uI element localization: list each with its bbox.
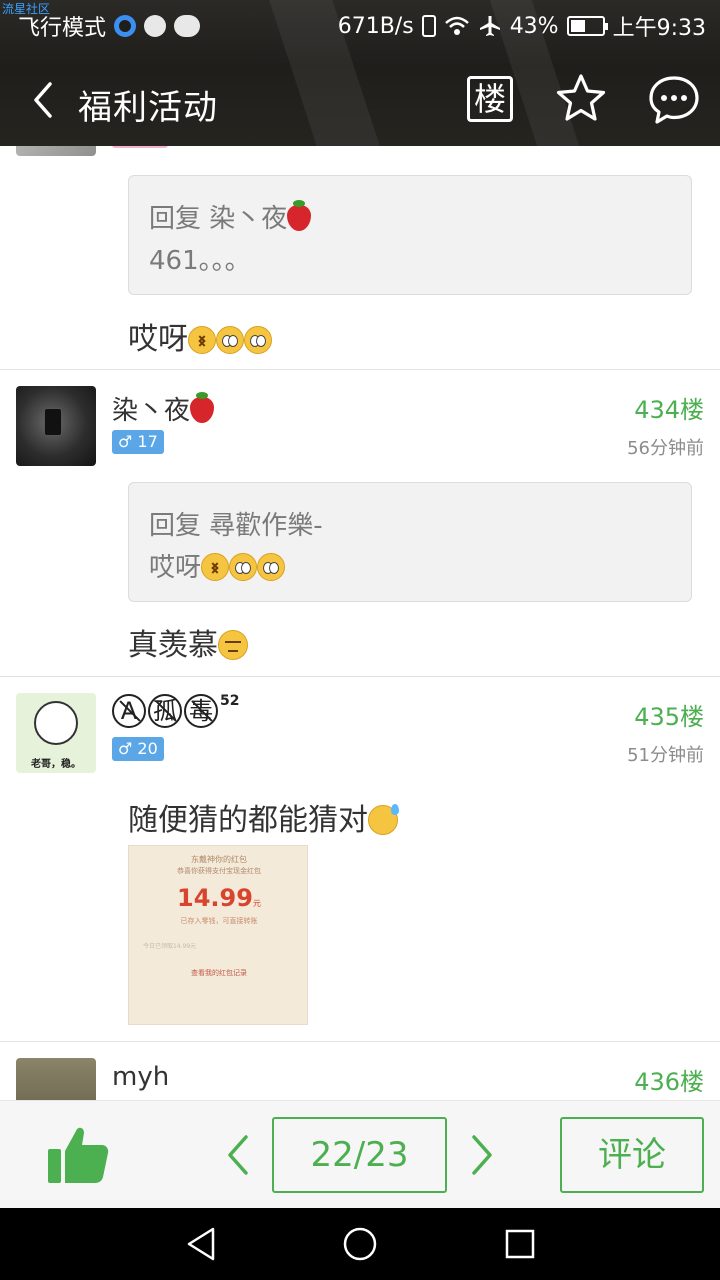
username-char: 孤 <box>148 694 182 728</box>
teary-eyes-emoji <box>257 553 286 581</box>
teary-eyes-emoji <box>229 553 258 581</box>
list-item: 回复 染丶夜 461。。。 哎呀 <box>0 146 720 370</box>
post-time: 56分钟前 <box>627 438 704 459</box>
battery-icon <box>566 16 608 36</box>
page-title: 福利活动 <box>78 88 218 128</box>
notification-app-icon <box>144 15 167 37</box>
avatar[interactable]: 老哥，稳。 <box>16 693 96 773</box>
comment-bubble-icon[interactable] <box>646 72 702 128</box>
amount-unit: 元 <box>252 899 261 908</box>
unamused-emoji <box>218 630 248 660</box>
floor-number: 435楼 <box>634 703 704 731</box>
chevron-left-icon <box>34 82 52 118</box>
amount-value: 14.99 <box>177 884 253 912</box>
red-packet-subtitle: 恭喜你获得支付宝现金红包 <box>177 867 261 875</box>
post-list[interactable]: 回复 染丶夜 461。。。 哎呀 染丶夜 ♂ 17 434楼 56分钟前 回复 … <box>0 146 720 1100</box>
quote-line: 回复 染丶夜 <box>149 198 671 240</box>
teary-eyes-emoji <box>216 326 244 354</box>
gender-level-badge: ♂ 17 <box>112 430 164 454</box>
previous-page-icon[interactable] <box>222 1133 254 1177</box>
status-bar: 飞行模式 671B/s 43% 上午9:33 <box>0 8 720 44</box>
post-body-text: 哎呀 <box>128 322 188 357</box>
list-item: myh 436楼 <box>0 1042 720 1100</box>
post-time: 51分钟前 <box>627 745 704 766</box>
list-item: 老哥，稳。 A 孤毒 52 ♂ 20 435楼 51分钟前 随便猜的都能猜对 东戴神… <box>0 677 720 1042</box>
home-circle-icon[interactable] <box>342 1226 378 1262</box>
username[interactable]: 染丶夜 <box>112 390 215 427</box>
red-packet-note: 已存入零钱，可直接转账 <box>180 917 258 925</box>
post-body: 哎呀 <box>128 314 272 358</box>
vibrate-icon <box>421 15 436 37</box>
frown-emoji <box>188 326 216 354</box>
back-button[interactable] <box>28 78 58 122</box>
frown-emoji <box>201 553 230 581</box>
list-item: 染丶夜 ♂ 17 434楼 56分钟前 回复 尋歡作樂- 哎呀 真羡慕 <box>0 370 720 677</box>
meme-face <box>34 701 78 745</box>
post-body-text: 随便猜的都能猜对 <box>128 803 368 838</box>
red-packet-total: 今日已领取14.99元 <box>143 943 197 950</box>
phone-shape <box>44 408 62 436</box>
next-page-icon[interactable] <box>466 1133 498 1177</box>
teary-eyes-emoji <box>244 326 272 354</box>
strawberry-emoji <box>287 200 312 231</box>
red-packet-record-link: 查看我的红包记录 <box>191 969 247 977</box>
wifi-icon <box>444 16 469 35</box>
floor-jump-button[interactable]: 楼 <box>467 76 513 122</box>
username[interactable]: myh <box>112 1062 169 1092</box>
post-body: 随便猜的都能猜对 <box>128 795 399 839</box>
level-badge <box>112 146 168 148</box>
wechat-icon <box>174 15 201 37</box>
quote-box: 回复 尋歡作樂- 哎呀 <box>128 482 692 602</box>
page-indicator[interactable]: 22/23 <box>272 1117 447 1193</box>
username[interactable]: A 孤毒 52 <box>112 693 239 728</box>
quote-text: 哎呀 <box>149 553 202 583</box>
username-text: 染丶夜 <box>112 396 191 426</box>
post-body-text: 真羡慕 <box>128 628 218 663</box>
back-triangle-icon[interactable] <box>184 1226 218 1262</box>
post-body: 真羡慕 <box>128 620 248 664</box>
clock-text: 上午9:33 <box>612 16 706 41</box>
username-char: A <box>112 694 146 728</box>
avatar-caption: 老哥，稳。 <box>31 759 81 770</box>
quote-line: 哎呀 <box>149 547 671 589</box>
like-thumb-icon[interactable] <box>46 1123 110 1187</box>
qq-browser-icon <box>114 15 137 37</box>
username-char: 毒 <box>184 694 218 728</box>
floor-number: 436楼 <box>634 1068 704 1096</box>
comment-button[interactable]: 评论 <box>560 1117 704 1193</box>
bottom-toolbar: 22/23 评论 <box>0 1100 720 1208</box>
airplane-icon <box>479 16 500 36</box>
avatar[interactable] <box>16 146 96 156</box>
title-bar: 福利活动 楼 <box>0 62 720 138</box>
quote-box: 回复 染丶夜 461。。。 <box>128 175 692 295</box>
quote-line: 回复 尋歡作樂- <box>149 511 323 541</box>
network-speed: 671B/s <box>337 13 414 39</box>
top-header: 流星社区 飞行模式 671B/s 43% 上午9:33 福利活动 楼 <box>0 0 720 146</box>
battery-percent: 43% <box>509 13 559 39</box>
red-packet-image[interactable]: 东戴神你的红包 恭喜你获得支付宝现金红包 14.99元 已存入零钱，可直接转账 … <box>128 845 308 1025</box>
recents-square-icon[interactable] <box>504 1226 536 1262</box>
strawberry-emoji <box>190 392 215 423</box>
avatar[interactable] <box>16 386 96 466</box>
quote-line: 461。。。 <box>149 246 251 276</box>
carrier-text: 飞行模式 <box>18 16 107 41</box>
gender-level-badge: ♂ 20 <box>112 737 164 761</box>
username-superscript: 52 <box>220 693 240 709</box>
quote-reply-text: 回复 染丶夜 <box>149 204 288 234</box>
avatar[interactable] <box>16 1058 96 1100</box>
red-packet-amount: 14.99元 <box>129 884 307 912</box>
system-nav-bar <box>0 1208 720 1280</box>
sweat-smile-emoji <box>368 804 399 835</box>
red-packet-sender: 东戴神你的红包 <box>191 855 247 864</box>
floor-number: 434楼 <box>634 396 704 424</box>
favorite-star-icon[interactable] <box>554 72 608 126</box>
